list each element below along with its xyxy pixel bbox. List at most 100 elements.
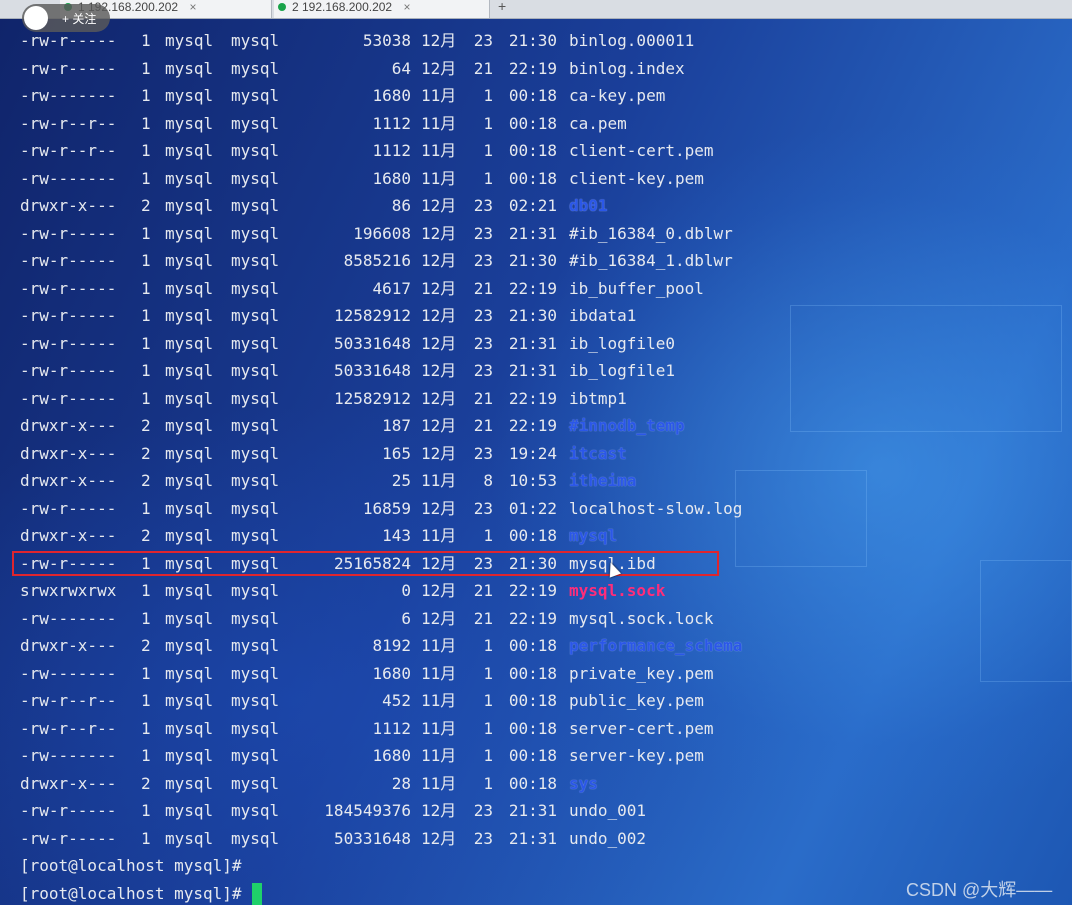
month: 12月 [421, 553, 457, 573]
time: 00:18 [508, 773, 557, 793]
month: 11月 [421, 526, 457, 545]
listing-row: -rw-r----- 1 mysql mysql 53038 12月 23 21:30 binl… [20, 27, 1060, 55]
listing-row: -rw-r----- 1 mysql mysql 184549376 12月 23 21:31… [20, 797, 1060, 825]
shell-prompt-line[interactable]: [root@localhost mysql]# [20, 852, 1060, 880]
link-count: 1 [141, 278, 151, 298]
permissions: -rw------- [20, 86, 117, 105]
time: 00:18 [508, 86, 557, 105]
day: 1 [483, 86, 493, 105]
month: 11月 [421, 663, 457, 683]
time: 21:31 [508, 801, 557, 820]
file-size: 1112 [372, 718, 411, 738]
file-size: 25165824 [333, 553, 411, 573]
owner: mysql [165, 608, 214, 628]
time: 00:18 [508, 636, 557, 655]
owner: mysql [165, 361, 214, 380]
link-count: 1 [141, 801, 151, 820]
owner: mysql [165, 691, 214, 710]
time: 22:19 [508, 581, 557, 600]
file-size: 165 [382, 443, 411, 463]
group: mysql [231, 388, 280, 408]
permissions: drwxr-x--- [20, 416, 117, 435]
day: 1 [483, 746, 493, 765]
add-tab-button[interactable]: + [498, 0, 506, 14]
day: 23 [473, 306, 493, 325]
file-size: 50331648 [333, 361, 411, 380]
permissions: -rw-r----- [20, 278, 117, 298]
owner: mysql [165, 526, 214, 545]
listing-row: srwxrwxrwx 1 mysql mysql 0 12月 21 22:19 mysql.so… [20, 577, 1060, 605]
owner: mysql [165, 581, 214, 600]
listing-row: -rw-r----- 1 mysql mysql 50331648 12月 23 21:31 i… [20, 357, 1060, 385]
listing-row: drwxr-x--- 2 mysql mysql 187 12月 21 22:19 #innod… [20, 412, 1060, 440]
group: mysql [231, 141, 280, 160]
link-count: 1 [141, 306, 151, 325]
file-size: 1680 [372, 663, 411, 683]
day: 23 [473, 553, 493, 573]
terminal-output[interactable]: -rw-r----- 1 mysql mysql 53038 12月 23 21:30 binl… [20, 27, 1060, 905]
file-size: 1112 [372, 113, 411, 133]
time: 22:19 [508, 278, 557, 298]
link-count: 1 [141, 141, 151, 160]
owner: mysql [165, 388, 214, 408]
link-count: 2 [141, 416, 151, 435]
file-size: 1680 [372, 168, 411, 188]
month: 12月 [421, 581, 457, 600]
listing-row: -rw-r----- 1 mysql mysql 25165824 12月 23 21:30 m… [20, 550, 1060, 578]
day: 1 [483, 113, 493, 133]
month: 12月 [421, 251, 457, 270]
follow-badge[interactable]: + 关注 [22, 4, 110, 32]
file-size: 50331648 [333, 828, 411, 848]
owner: mysql [165, 471, 214, 490]
shell-prompt-line[interactable]: [root@localhost mysql]# [20, 880, 1060, 905]
listing-row: -rw------- 1 mysql mysql 1680 11月 1 00:18 server… [20, 742, 1060, 770]
file-size: 50331648 [333, 333, 411, 353]
link-count: 1 [141, 828, 151, 848]
day: 23 [473, 31, 493, 50]
permissions: -rw-r--r-- [20, 718, 117, 738]
month: 12月 [421, 801, 457, 820]
file-size: 25 [391, 471, 411, 490]
listing-row: drwxr-x--- 2 mysql mysql 165 12月 23 19:24 itcast [20, 440, 1060, 468]
file-name: ib_logfile0 [569, 333, 675, 353]
close-tab-icon[interactable]: × [189, 0, 196, 14]
permissions: drwxr-x--- [20, 773, 117, 793]
owner: mysql [165, 333, 214, 353]
file-name: ibdata1 [569, 306, 637, 325]
owner: mysql [165, 278, 214, 298]
link-count: 1 [141, 691, 151, 710]
month: 12月 [421, 498, 457, 518]
day: 1 [483, 663, 493, 683]
listing-row: -rw------- 1 mysql mysql 1680 11月 1 00:18 ca-key… [20, 82, 1060, 110]
permissions: drwxr-x--- [20, 471, 117, 490]
group: mysql [231, 663, 280, 683]
permissions: -rw-r--r-- [20, 113, 117, 133]
day: 1 [483, 141, 493, 160]
owner: mysql [165, 251, 214, 270]
link-count: 1 [141, 388, 151, 408]
link-count: 1 [141, 746, 151, 765]
file-size: 196608 [353, 223, 411, 243]
month: 11月 [421, 773, 457, 793]
group: mysql [231, 581, 280, 600]
link-count: 1 [141, 361, 151, 380]
owner: mysql [165, 553, 214, 573]
permissions: -rw-r----- [20, 223, 117, 243]
group: mysql [231, 361, 280, 380]
month: 11月 [421, 86, 457, 105]
link-count: 2 [141, 196, 151, 215]
month: 12月 [421, 608, 457, 628]
month: 12月 [421, 333, 457, 353]
session-tab-2[interactable]: 2 192.168.200.202 × [274, 0, 490, 18]
owner: mysql [165, 196, 214, 215]
month: 12月 [421, 223, 457, 243]
link-count: 2 [141, 636, 151, 655]
follow-button[interactable]: + 关注 [62, 10, 96, 27]
owner: mysql [165, 663, 214, 683]
file-size: 184549376 [324, 801, 411, 820]
close-tab-icon[interactable]: × [403, 0, 410, 14]
listing-row: -rw-r----- 1 mysql mysql 4617 12月 21 22:19 ib_bu… [20, 275, 1060, 303]
file-size: 64 [391, 58, 411, 78]
group: mysql [231, 333, 280, 353]
month: 11月 [421, 636, 457, 655]
